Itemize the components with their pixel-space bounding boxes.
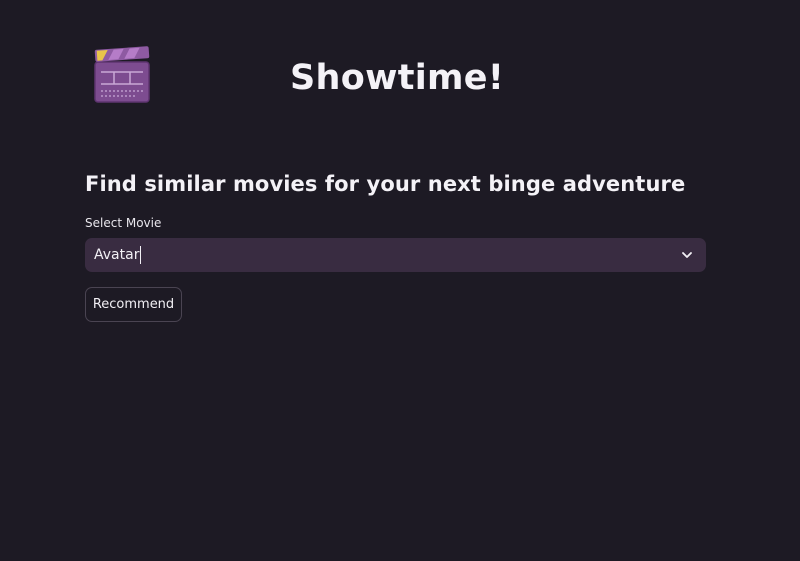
recommend-button[interactable]: Recommend	[85, 287, 182, 322]
app-title: Showtime!	[290, 58, 505, 98]
movie-select-value[interactable]: Avatar	[94, 245, 139, 265]
movie-select-label: Select Movie	[85, 216, 162, 230]
chevron-down-icon[interactable]	[680, 248, 694, 262]
text-cursor	[140, 246, 142, 264]
clapperboard-icon	[94, 46, 150, 103]
app-page: Showtime! Find similar movies for your n…	[0, 0, 800, 561]
page-subtitle: Find similar movies for your next binge …	[85, 172, 686, 196]
movie-select[interactable]: Avatar	[85, 238, 706, 272]
